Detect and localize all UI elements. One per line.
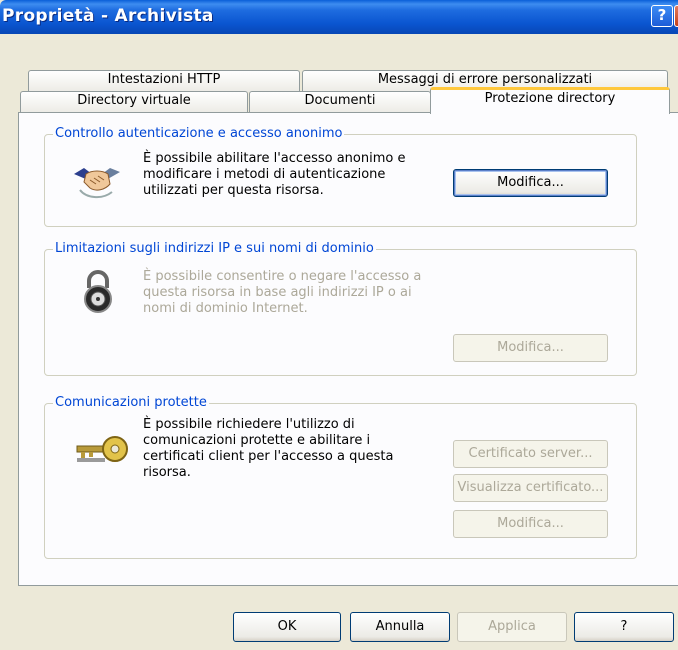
properties-dialog: Proprietà - Archivista ? ✕ Intestazioni … <box>0 0 678 650</box>
ok-button[interactable]: OK <box>233 612 341 642</box>
tab-documents[interactable]: Documenti <box>249 91 431 113</box>
button-label: Visualizza certificato... <box>457 480 604 495</box>
secure-description: È possibile richiedere l'utilizzo di com… <box>143 417 394 480</box>
tab-label: Messaggi di errore personalizzati <box>377 72 593 87</box>
tab-label: Documenti <box>304 93 376 108</box>
tab-virtual-directory[interactable]: Directory virtuale <box>20 91 248 113</box>
button-label: ? <box>620 619 628 634</box>
button-label: Modifica... <box>497 516 564 531</box>
tab-http-headers[interactable]: Intestazioni HTTP <box>28 70 300 92</box>
ip-description: È possibile consentire o negare l'access… <box>143 269 422 316</box>
tab-label: Protezione directory <box>484 91 616 106</box>
handshake-icon <box>74 168 120 198</box>
auth-group-label: Controllo autenticazione e accesso anoni… <box>53 126 345 141</box>
padlock-icon <box>84 270 112 313</box>
auth-description: È possibile abilitare l'accesso anonimo … <box>143 151 406 198</box>
tab-directory-security[interactable]: Protezione directory <box>430 87 670 114</box>
cancel-button[interactable]: Annulla <box>350 612 450 642</box>
server-certificate-button[interactable]: Certificato server... <box>453 440 608 468</box>
button-label: Modifica... <box>497 175 564 190</box>
ip-restrictions-group: Limitazioni sugli indirizzi IP e sui nom… <box>44 241 637 376</box>
title-bar[interactable]: Proprietà - Archivista ? ✕ <box>0 0 678 34</box>
tab-content-panel: Controllo autenticazione e accesso anoni… <box>18 112 678 586</box>
button-label: Modifica... <box>497 340 564 355</box>
secure-comm-group: Comunicazioni protette È possibile richi… <box>44 395 637 559</box>
keys-icon <box>76 436 128 462</box>
close-button[interactable]: ✕ <box>674 5 678 27</box>
secure-group-label: Comunicazioni protette <box>53 395 209 410</box>
secure-edit-button[interactable]: Modifica... <box>453 510 608 538</box>
ip-edit-button[interactable]: Modifica... <box>453 334 608 362</box>
window-title: Proprietà - Archivista <box>2 6 214 26</box>
help-title-button[interactable]: ? <box>651 5 673 27</box>
view-certificate-button[interactable]: Visualizza certificato... <box>453 474 608 502</box>
button-label: Certificato server... <box>468 446 593 461</box>
apply-button[interactable]: Applica <box>457 612 567 642</box>
tab-label: Directory virtuale <box>77 93 191 108</box>
button-label: Annulla <box>375 619 425 634</box>
button-label: OK <box>277 619 297 634</box>
tab-label: Intestazioni HTTP <box>107 72 221 87</box>
help-icon: ? <box>657 6 667 24</box>
ip-group-label: Limitazioni sugli indirizzi IP e sui nom… <box>53 241 376 256</box>
button-label: Applica <box>488 619 536 634</box>
auth-edit-button[interactable]: Modifica... <box>453 169 608 197</box>
help-button[interactable]: ? <box>574 612 674 642</box>
auth-group: Controllo autenticazione e accesso anoni… <box>44 126 637 227</box>
